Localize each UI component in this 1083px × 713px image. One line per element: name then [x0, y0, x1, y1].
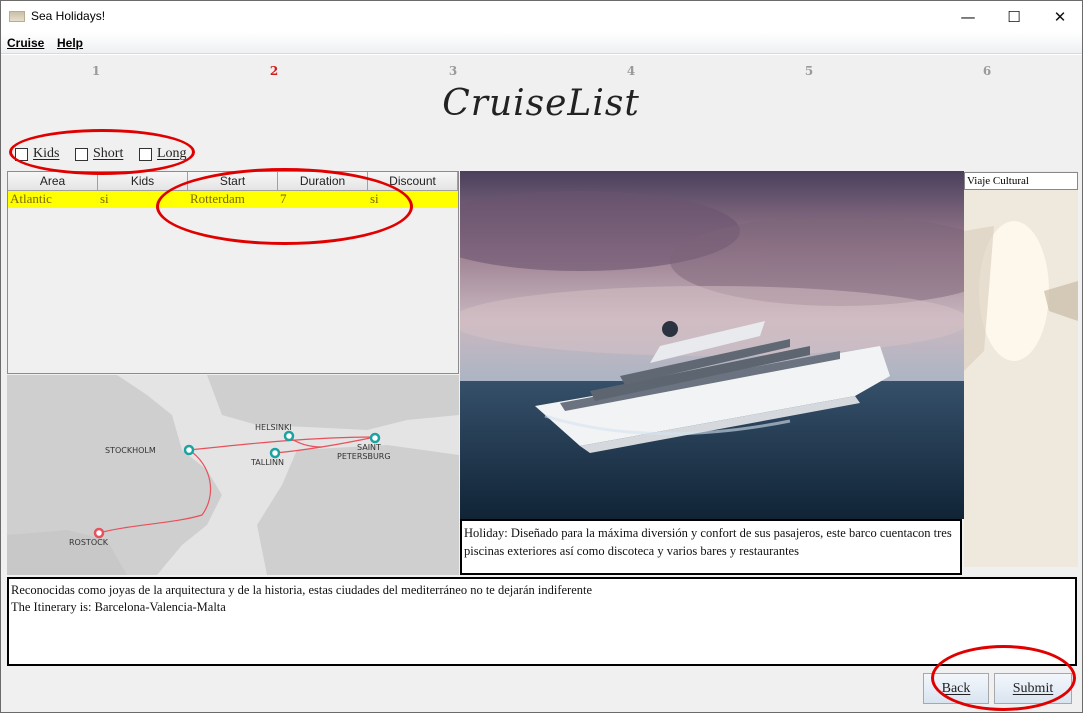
menu-cruise[interactable]: Cruise: [7, 36, 44, 50]
submit-button[interactable]: Submit: [994, 673, 1072, 704]
description-line-1: Reconocidas como joyas de la arquitectur…: [11, 583, 593, 597]
city-marker: [93, 527, 105, 539]
itinerary-map: HELSINKI STOCKHOLM SAINT PETERSBURG TALL…: [7, 375, 459, 575]
city-label: STOCKHOLM: [105, 446, 156, 455]
cell-start: Rotterdam: [190, 191, 245, 206]
city-label: PETERSBURG: [337, 452, 391, 461]
description-line-2: The Itinerary is: Barcelona-Valencia-Mal…: [11, 600, 226, 614]
app-icon: [9, 11, 25, 22]
holiday-description: Holiday: Diseñado para la máxima diversi…: [460, 519, 962, 575]
city-marker: [183, 444, 195, 456]
checkbox-box[interactable]: [15, 147, 28, 161]
cell-area: Atlantic: [10, 191, 52, 206]
ship-photo-graphic: [460, 171, 964, 519]
short-checkbox[interactable]: Short: [75, 145, 123, 163]
column-header-discount[interactable]: Discount: [368, 172, 458, 191]
long-label: Long: [157, 146, 187, 161]
step-4: 4: [626, 64, 636, 78]
cruise-table[interactable]: Area Kids Start Duration Discount Atlant…: [7, 171, 459, 374]
window-title: Sea Holidays!: [31, 9, 106, 23]
city-label: SAINT: [357, 443, 381, 452]
maximize-icon[interactable]: ☐: [991, 1, 1037, 32]
close-icon[interactable]: ✕: [1037, 1, 1083, 32]
kids-label: Kids: [33, 146, 60, 161]
column-header-area[interactable]: Area: [8, 172, 98, 191]
city-label: TALLINN: [250, 458, 284, 467]
step-6: 6: [982, 64, 992, 78]
column-header-duration[interactable]: Duration: [278, 172, 368, 191]
column-header-kids[interactable]: Kids: [98, 172, 188, 191]
step-3: 3: [448, 64, 458, 78]
back-label: Back: [941, 680, 971, 696]
long-checkbox[interactable]: Long: [139, 145, 187, 163]
content-panel: 1 2 3 4 5 6 CruiseList Kids Short Long A…: [1, 55, 1082, 712]
city-marker: [283, 430, 295, 442]
app-window: Sea Holidays! — ☐ ✕ Cruise Help 1 2 3 4 …: [0, 0, 1083, 713]
minimize-icon[interactable]: —: [945, 1, 991, 32]
checkbox-box[interactable]: [75, 147, 88, 161]
city-label: ROSTOCK: [69, 538, 109, 547]
side-image: [964, 171, 1078, 567]
cell-kids: si: [100, 191, 109, 206]
menu-help[interactable]: Help: [57, 36, 83, 50]
table-header: Area Kids Start Duration Discount: [8, 172, 458, 191]
short-label: Short: [93, 146, 124, 161]
back-button[interactable]: Back: [923, 673, 989, 704]
step-1: 1: [91, 64, 101, 78]
submit-label: Submit: [1012, 680, 1054, 696]
itinerary-description: Reconocidas como joyas de la arquitectur…: [7, 577, 1077, 666]
page-title: CruiseList: [442, 83, 640, 124]
cruise-ship-image: [460, 171, 964, 519]
checkbox-box[interactable]: [139, 147, 152, 161]
city-label: HELSINKI: [255, 423, 292, 432]
column-header-start[interactable]: Start: [188, 172, 278, 191]
table-row[interactable]: Atlantic si Rotterdam 7 si: [8, 191, 458, 208]
category-field[interactable]: Viaje Cultural: [964, 172, 1078, 190]
city-marker: [369, 432, 381, 444]
step-5: 5: [804, 64, 814, 78]
kids-checkbox[interactable]: Kids: [15, 145, 59, 163]
cell-discount: si: [370, 191, 379, 206]
title-bar: Sea Holidays! — ☐ ✕: [1, 1, 1082, 32]
city-marker: [269, 447, 281, 459]
side-photo-graphic: [964, 171, 1078, 567]
step-2: 2: [269, 64, 279, 78]
menu-bar: Cruise Help: [1, 32, 1082, 54]
map-graphic: HELSINKI STOCKHOLM SAINT PETERSBURG TALL…: [7, 375, 459, 575]
cell-duration: 7: [280, 191, 287, 206]
